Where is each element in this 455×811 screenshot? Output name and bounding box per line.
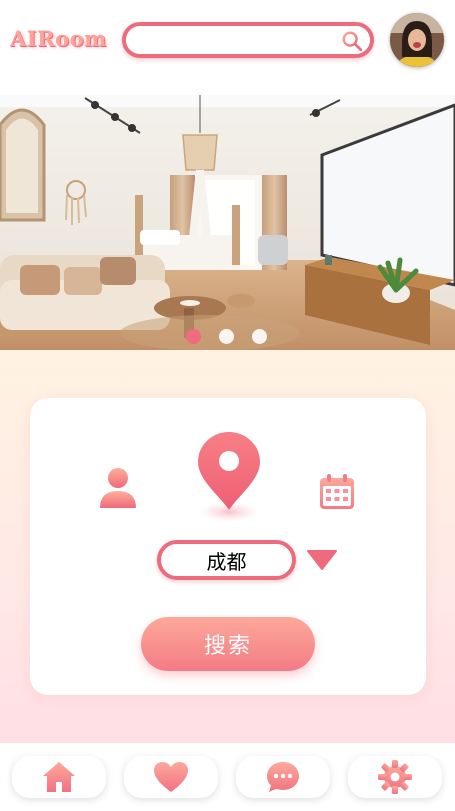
bottom-nav (0, 743, 455, 811)
app-header: AIRoom (0, 0, 455, 95)
chat-icon (267, 762, 299, 792)
city-select[interactable]: 成都 (157, 540, 296, 580)
search-box[interactable] (122, 22, 374, 58)
location-pin-icon[interactable] (190, 428, 268, 526)
room-photo (0, 95, 455, 350)
calendar-icon[interactable] (318, 473, 356, 511)
app-logo: AIRoom (10, 26, 107, 51)
nav-home[interactable] (12, 756, 106, 798)
avatar[interactable] (390, 13, 444, 67)
person-icon[interactable] (98, 466, 138, 510)
hero-carousel[interactable] (0, 95, 455, 350)
home-icon (43, 762, 75, 792)
search-input[interactable] (136, 29, 336, 51)
search-button-label: 搜索 (203, 634, 252, 659)
nav-messages[interactable] (236, 756, 330, 798)
search-icon[interactable] (341, 30, 363, 52)
carousel-dot-2[interactable] (219, 329, 234, 344)
avatar-image (390, 13, 444, 67)
search-button[interactable]: 搜索 (141, 617, 315, 671)
gear-icon (378, 760, 412, 794)
heart-icon (154, 762, 188, 792)
carousel-dot-1[interactable] (186, 329, 201, 344)
nav-settings[interactable] (348, 756, 442, 798)
city-value: 成都 (206, 549, 247, 574)
triangle-down-icon[interactable] (305, 548, 339, 572)
carousel-indicators (186, 329, 276, 345)
nav-favorites[interactable] (124, 756, 218, 798)
carousel-dot-3[interactable] (252, 329, 267, 344)
